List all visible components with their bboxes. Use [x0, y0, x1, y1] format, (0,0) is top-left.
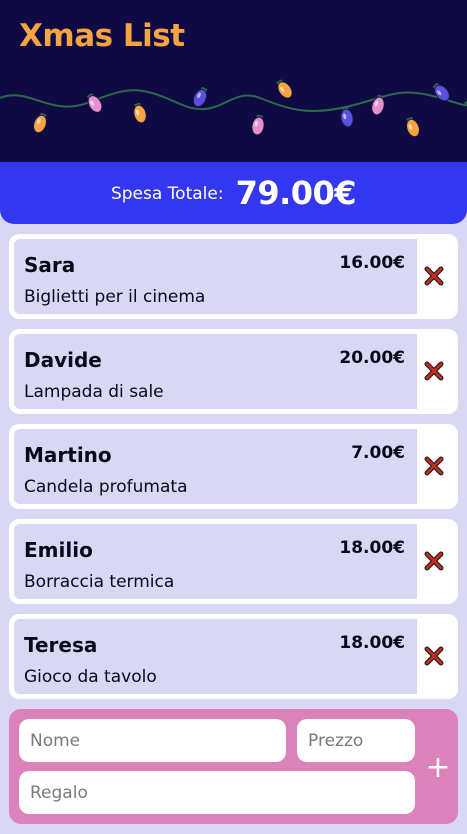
list-item: Emilio Borraccia termica 18.00€ — [9, 519, 458, 604]
list-item: Martino Candela profumata 7.00€ — [9, 424, 458, 509]
list-item-body: Teresa Gioco da tavolo 18.00€ — [14, 619, 417, 694]
gift-description: Gioco da tavolo — [24, 667, 157, 687]
list-item: Sara Biglietti per il cinema 16.00€ — [9, 234, 458, 319]
list-item-body: Emilio Borraccia termica 18.00€ — [14, 524, 417, 599]
gift-price: 7.00€ — [351, 443, 405, 463]
total-label: Spesa Totale: — [110, 184, 224, 204]
gift-price: 18.00€ — [339, 538, 405, 558]
light-bulb-icon — [133, 102, 147, 124]
light-bulb-icon — [33, 112, 47, 134]
close-icon[interactable] — [424, 456, 444, 476]
add-gift-form: + — [9, 709, 458, 824]
gift-price: 20.00€ — [339, 348, 405, 368]
list-item: Teresa Gioco da tavolo 18.00€ — [9, 614, 458, 699]
gift-list: Sara Biglietti per il cinema 16.00€ Davi… — [9, 234, 458, 709]
gift-description: Candela profumata — [24, 477, 188, 497]
total-summary: Spesa Totale: 79.00€ — [0, 162, 467, 224]
light-bulb-icon — [406, 116, 420, 138]
gift-input[interactable] — [19, 771, 415, 814]
total-value: 79.00€ — [235, 174, 357, 212]
close-icon[interactable] — [424, 551, 444, 571]
gift-price: 16.00€ — [339, 253, 405, 273]
recipient-name: Sara — [24, 253, 76, 277]
recipient-name: Davide — [24, 348, 102, 372]
header: Xmas List — [0, 0, 467, 162]
light-bulb-icon — [251, 114, 265, 136]
gift-description: Lampada di sale — [24, 382, 164, 402]
gift-description: Borraccia termica — [24, 572, 175, 592]
recipient-name: Martino — [24, 443, 112, 467]
close-icon[interactable] — [424, 646, 444, 666]
price-input[interactable] — [297, 719, 415, 762]
gift-description: Biglietti per il cinema — [24, 287, 206, 307]
recipient-name: Teresa — [24, 633, 98, 657]
list-item-body: Sara Biglietti per il cinema 16.00€ — [14, 239, 417, 314]
app-title: Xmas List — [19, 18, 185, 54]
add-button[interactable]: + — [423, 749, 453, 785]
christmas-lights-decoration — [0, 79, 467, 138]
list-item-body: Davide Lampada di sale 20.00€ — [14, 334, 417, 409]
list-item: Davide Lampada di sale 20.00€ — [9, 329, 458, 414]
close-icon[interactable] — [424, 361, 444, 381]
light-bulb-icon — [340, 106, 354, 128]
list-item-body: Martino Candela profumata 7.00€ — [14, 429, 417, 504]
name-input[interactable] — [19, 719, 286, 762]
recipient-name: Emilio — [24, 538, 93, 562]
light-bulb-icon — [276, 79, 293, 99]
light-bulb-icon — [192, 86, 208, 108]
close-icon[interactable] — [424, 266, 444, 286]
gift-price: 18.00€ — [339, 633, 405, 653]
